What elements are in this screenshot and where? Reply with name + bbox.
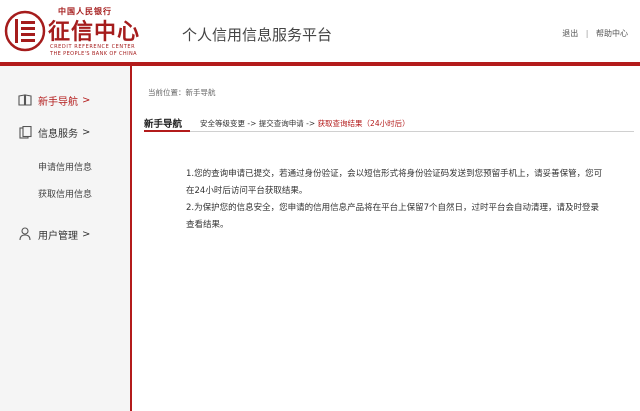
header: 中国人民银行 征信中心 CREDIT REFERENCE CENTER THE … [0,0,640,62]
section-title-underline [144,130,190,132]
sidebar-item-info-service[interactable]: 信息服务 > [18,124,90,140]
step-arrow: -> [247,119,257,128]
main-content: 当前位置：新手导航 新手导航 安全等级变更 -> 提交查询申请 -> 获取查询结… [132,66,640,411]
logo-main-text: 征信中心 [48,19,141,45]
sidebar-item-user-management[interactable]: 用户管理 > [18,226,90,242]
notice-line-1: 1.您的查询申请已提交，若通过身份验证，会以短信形式将身份验证码发送到您预留手机… [186,169,603,196]
sidebar-subitem-get-credit-info[interactable]: 获取信用信息 [38,187,92,200]
step-get-result-current: 获取查询结果（24小时后） [317,119,410,128]
sidebar-item-label: 用户管理 [38,230,78,242]
notice-line-2: 2.为保护您的信息安全，您申请的信用信息产品将在平台上保留7个自然日，过时平台会… [186,203,600,230]
credit-center-logo[interactable]: 中国人民银行 征信中心 CREDIT REFERENCE CENTER THE … [4,4,154,60]
breadcrumb: 当前位置：新手导航 [148,88,216,97]
platform-title: 个人信用信息服务平台 [182,26,333,44]
header-links: 退出 | 帮助中心 [562,28,628,39]
sidebar-item-label: 新手导航 [38,96,78,108]
logo-english-line1: CREDIT REFERENCE CENTER [50,44,136,50]
notice-message: 1.您的查询申请已提交，若通过身份验证，会以短信形式将身份验证码发送到您预留手机… [186,166,606,234]
chevron-right-icon: > [82,228,91,240]
user-icon [18,227,32,241]
sidebar-item-beginner-guide[interactable]: 新手导航 > [18,92,90,108]
book-icon [18,93,32,107]
sidebar: 新手导航 > 信息服务 > 申请信用信息 获取信用信息 用户管理 > [0,66,130,411]
document-icon [18,125,32,139]
header-link-separator: | [585,29,589,38]
section-title: 新手导航 [144,119,183,130]
sidebar-subitem-apply-credit-info[interactable]: 申请信用信息 [38,160,92,173]
step-security-level-change: 安全等级变更 [200,119,245,128]
chevron-right-icon: > [82,94,91,106]
logo-emblem-icon [4,10,46,52]
logout-link[interactable]: 退出 [562,29,578,38]
chevron-right-icon: > [82,126,91,138]
section-header: 新手导航 安全等级变更 -> 提交查询申请 -> 获取查询结果（24小时后） [144,114,634,132]
step-arrow: -> [306,119,316,128]
sidebar-item-label: 信息服务 [38,128,78,140]
logo-english-line2: THE PEOPLE'S BANK OF CHINA [50,51,137,57]
help-center-link[interactable]: 帮助中心 [596,29,628,38]
progress-steps: 安全等级变更 -> 提交查询申请 -> 获取查询结果（24小时后） [200,118,410,129]
step-submit-query: 提交查询申请 [258,119,304,128]
